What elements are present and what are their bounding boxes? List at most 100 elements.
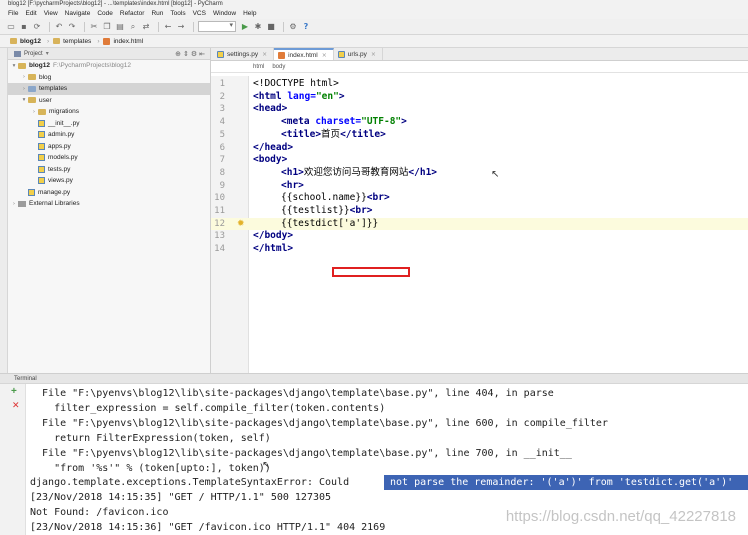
gear-icon[interactable]: ⚙: [190, 50, 198, 58]
editor-panel: settings.py × index.html × urls.py × html b…: [211, 48, 748, 373]
close-icon[interactable]: ×: [262, 51, 267, 58]
undo-icon[interactable]: ↶: [54, 22, 64, 32]
menu-run[interactable]: Run: [151, 8, 163, 19]
copy-icon[interactable]: ❐: [102, 22, 112, 32]
tree-item-apps-py[interactable]: apps.py: [8, 141, 210, 153]
terminal-line: Not Found: /favicon.ico: [30, 507, 169, 518]
menu-window[interactable]: Window: [213, 8, 236, 19]
menu-code[interactable]: Code: [97, 8, 113, 19]
toolbar-separator: [49, 21, 50, 32]
stop-icon[interactable]: ■: [266, 22, 276, 32]
replace-icon[interactable]: ⇄: [141, 22, 151, 32]
redo-icon[interactable]: ↷: [67, 22, 77, 32]
toolbar-separator: [193, 21, 194, 32]
tree-item-init-py[interactable]: __init__.py: [8, 118, 210, 130]
code-line: 7 <body>: [219, 154, 288, 166]
python-file-icon: [337, 50, 345, 58]
python-file-icon: [38, 142, 45, 150]
sync-icon[interactable]: ⟳: [32, 22, 42, 32]
paste-icon[interactable]: ▤: [115, 22, 125, 32]
breadcrumb-folder[interactable]: templates: [51, 38, 95, 45]
settings-icon[interactable]: ⚙: [288, 22, 298, 32]
code-line: 13 </body>: [214, 230, 294, 242]
tab-index-html[interactable]: index.html ×: [274, 48, 334, 60]
run-icon[interactable]: ▶: [240, 22, 250, 32]
folder-icon: [53, 38, 61, 44]
tree-item-tests-py[interactable]: tests.py: [8, 164, 210, 176]
run-configuration-select[interactable]: [198, 21, 236, 32]
help-icon[interactable]: ?: [301, 22, 311, 32]
close-icon[interactable]: ×: [322, 52, 327, 59]
close-session-icon[interactable]: ✕: [12, 401, 20, 411]
collapse-arrow-icon[interactable]: ›: [20, 74, 28, 80]
code-editor[interactable]: 1 <!DOCTYPE html> 2 <html lang="en"> 3 <hea…: [211, 76, 748, 373]
menu-view[interactable]: View: [44, 8, 58, 19]
annotation-red-box: [332, 267, 410, 277]
forward-icon[interactable]: →: [176, 22, 186, 32]
tree-item-migrations[interactable]: › migrations: [8, 106, 210, 118]
terminal-line: return FilterExpression(token, self): [30, 433, 271, 444]
collapse-arrow-icon[interactable]: ›: [20, 86, 28, 92]
python-file-icon: [38, 177, 45, 185]
breadcrumb-body[interactable]: body: [272, 64, 285, 70]
main-toolbar: ▭ ▪ ⟳ ↶ ↷ ✂ ❐ ▤ ⌕ ⇄ ← → ▶ ✱ ■ ⚙ ?: [0, 19, 748, 35]
collapse-arrow-icon[interactable]: ›: [10, 201, 18, 207]
tree-item-blog12[interactable]: ▾ blog12 F:\PycharmProjects\blog12: [8, 60, 210, 72]
terminal-panel[interactable]: + ✕ File "F:\pyenvs\blog12\lib\site-pack…: [0, 384, 748, 535]
project-icon: [14, 50, 21, 57]
new-session-icon[interactable]: +: [11, 386, 17, 397]
back-icon[interactable]: ←: [163, 22, 173, 32]
terminal-line: File "F:\pyenvs\blog12\lib\site-packages…: [30, 448, 572, 459]
menu-tools[interactable]: Tools: [170, 8, 185, 19]
close-icon[interactable]: ×: [371, 51, 376, 58]
tree-item-templates[interactable]: › templates: [8, 83, 210, 95]
dropdown-icon[interactable]: ▾: [46, 50, 49, 57]
breadcrumb-file[interactable]: index.html: [101, 37, 147, 45]
menu-edit[interactable]: Edit: [25, 8, 36, 19]
window-title: blog12 [F:\pycharmProjects\blog12] - ...…: [0, 0, 748, 8]
menu-refactor[interactable]: Refactor: [120, 8, 145, 19]
find-icon[interactable]: ⌕: [128, 22, 138, 32]
terminal-line: [23/Nov/2018 14:15:36] "GET /favicon.ico…: [30, 522, 386, 533]
python-file-icon: [38, 119, 45, 127]
toolbar-separator: [283, 21, 284, 32]
code-line: 6 </head>: [219, 141, 294, 153]
locate-icon[interactable]: ⊕: [174, 50, 182, 58]
tool-window-strip: [0, 48, 8, 373]
debug-icon[interactable]: ✱: [253, 22, 263, 32]
code-line: 10 {{school.name}}<br>: [214, 192, 390, 204]
tree-item-manage-py[interactable]: manage.py: [8, 187, 210, 199]
tree-item-models-py[interactable]: models.py: [8, 152, 210, 164]
menu-vcs[interactable]: VCS: [193, 8, 206, 19]
collapse-icon[interactable]: ⇕: [182, 50, 190, 58]
menu-help[interactable]: Help: [243, 8, 256, 19]
tree-item-blog[interactable]: › blog: [8, 72, 210, 84]
python-file-icon: [38, 131, 45, 139]
tree-item-admin-py[interactable]: admin.py: [8, 129, 210, 141]
code-line: 14 </html>: [214, 243, 294, 255]
tab-urls-py[interactable]: urls.py ×: [334, 48, 383, 60]
project-panel-title[interactable]: Project: [24, 51, 43, 57]
cut-icon[interactable]: ✂: [89, 22, 99, 32]
tree-item-external-libraries[interactable]: › External Libraries: [8, 198, 210, 210]
terminal-header[interactable]: Terminal: [0, 373, 748, 384]
save-icon[interactable]: ▪: [19, 22, 29, 32]
html-file-icon: [278, 51, 286, 59]
breadcrumb-project[interactable]: blog12: [8, 38, 45, 45]
breadcrumb-html[interactable]: html: [253, 64, 264, 70]
tree-item-views-py[interactable]: views.py: [8, 175, 210, 187]
code-line: 1 <!DOCTYPE html>: [219, 78, 339, 89]
menu-navigate[interactable]: Navigate: [65, 8, 91, 19]
tree-item-user[interactable]: ▾ user: [8, 95, 210, 107]
toolbar-separator: [84, 21, 85, 32]
tab-settings-py[interactable]: settings.py ×: [213, 48, 275, 60]
hide-icon[interactable]: ⇤: [198, 50, 206, 58]
expand-icon[interactable]: ▾: [10, 63, 18, 69]
html-file-icon: [103, 37, 111, 45]
folder-icon: [38, 108, 46, 115]
lightbulb-icon[interactable]: ✹: [237, 218, 245, 231]
expand-icon[interactable]: ▾: [20, 97, 28, 103]
open-folder-icon[interactable]: ▭: [6, 22, 16, 32]
menu-file[interactable]: File: [8, 8, 18, 19]
collapse-arrow-icon[interactable]: ›: [30, 109, 38, 115]
